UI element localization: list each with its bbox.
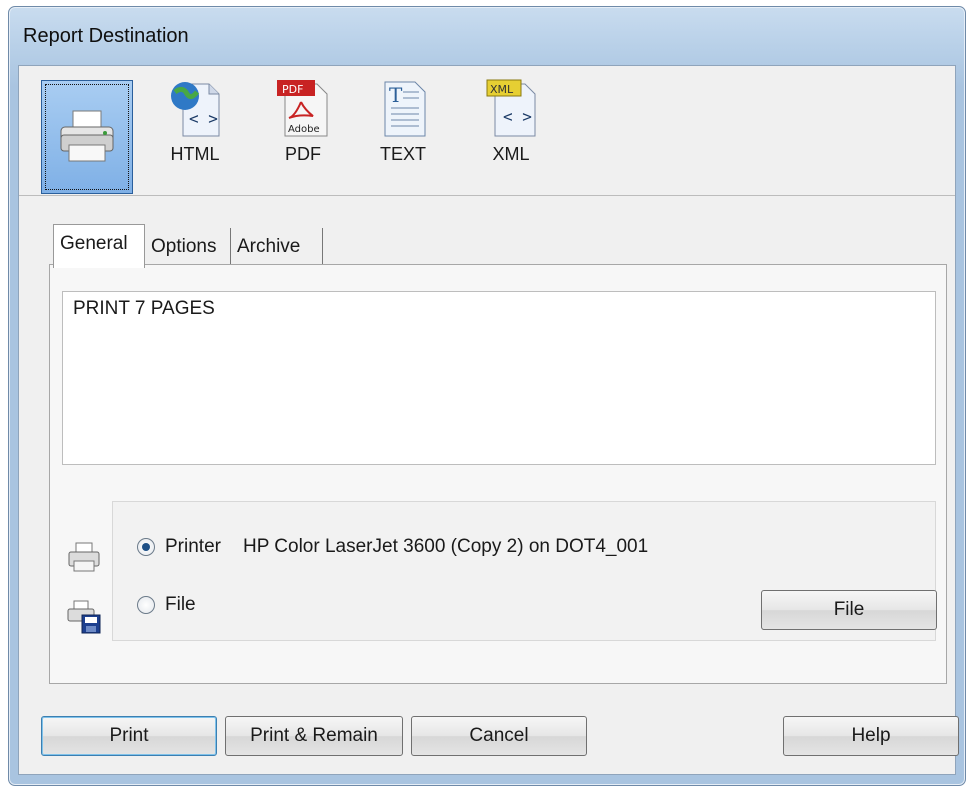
svg-text:T: T [389,83,403,107]
window-title: Report Destination [23,25,189,47]
html-globe-icon: < > [171,82,220,137]
pdf-adobe-icon: PDF Adobe [277,80,328,137]
printer-radio-row[interactable]: Printer HP Color LaserJet 3600 (Copy 2) … [137,536,648,558]
printer-name: HP Color LaserJet 3600 (Copy 2) on DOT4_… [242,536,649,557]
svg-text:< >: < > [503,107,532,126]
html-label: HTML [170,144,220,164]
job-summary-box: PRINT 7 PAGES [62,291,936,465]
tab-general[interactable]: General [53,224,145,268]
job-summary-text: PRINT 7 PAGES [73,298,215,319]
printer-destination-button[interactable] [41,80,133,194]
printer-radio[interactable] [137,538,155,556]
destination-toolbar: < > HTML PDF Adobe PDF T TEXT XML < > XM… [19,66,955,196]
printer-radio-label: Printer [165,536,221,557]
destination-options-box: Printer HP Color LaserJet 3600 (Copy 2) … [112,501,937,641]
file-radio-label: File [165,594,196,615]
radio-selected-dot [142,543,150,551]
tab-options[interactable]: Options [145,228,231,264]
xml-badge-text: XML [490,83,514,96]
xml-label: XML [492,144,530,164]
print-remain-button[interactable]: Print & Remain [225,716,403,756]
dialog-client-area: < > HTML PDF Adobe PDF T TEXT XML < > XM… [18,65,959,775]
cancel-button[interactable]: Cancel [411,716,587,756]
printer-small-icon [68,542,100,572]
tab-archive[interactable]: Archive [231,228,323,264]
print-button[interactable]: Print [41,716,217,756]
printer-icon [60,110,114,162]
text-label: TEXT [379,144,426,164]
general-tab-panel: PRINT 7 PAGES Printer HP Color LaserJet … [49,264,947,684]
pdf-badge-text: PDF [282,83,303,96]
svg-text:< >: < > [189,109,218,128]
file-radio[interactable] [137,596,155,614]
report-destination-window: Report Destination < > HTML PDF Adobe PD… [8,6,966,786]
pdf-label: PDF [285,144,321,164]
text-destination-button[interactable]: T TEXT [357,78,449,190]
xml-destination-button[interactable]: XML < > XML [465,78,557,190]
text-document-icon: T [384,81,426,137]
html-destination-button[interactable]: < > HTML [149,78,241,190]
file-browse-button[interactable]: File [761,590,937,630]
xml-document-icon: XML < > [486,79,536,137]
pdf-logo-text: Adobe [288,124,320,135]
help-button[interactable]: Help [783,716,959,756]
pdf-destination-button[interactable]: PDF Adobe PDF [257,78,349,190]
save-to-file-icon [67,600,101,634]
file-radio-row[interactable]: File [137,594,196,616]
